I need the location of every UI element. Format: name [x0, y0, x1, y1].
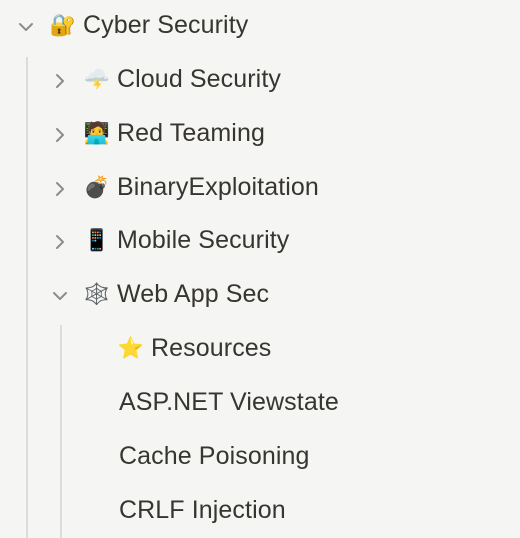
tree-item-label: Web App Sec	[117, 280, 270, 308]
tree-item-label: Cache Poisoning	[119, 442, 310, 470]
chevron-right-icon[interactable]	[50, 232, 70, 252]
chevron-right-icon[interactable]	[50, 179, 70, 199]
tree-item-label: ASP.NET Viewstate	[119, 388, 339, 416]
bomb-icon: 💣	[83, 176, 111, 199]
tree-item-label: Cloud Security	[117, 65, 281, 93]
mobile-phone-icon: 📱	[83, 229, 111, 252]
tree-item-label: Red Teaming	[117, 119, 265, 147]
chevron-down-icon[interactable]	[50, 286, 70, 306]
tree-item-label: Mobile Security	[117, 226, 290, 254]
chevron-right-icon[interactable]	[50, 71, 70, 91]
star-icon: ⭐	[117, 337, 145, 360]
tree-item-label: Cyber Security	[83, 11, 249, 39]
cloud-lightning-icon: 🌩️	[83, 68, 111, 91]
indent-guide-level-1	[26, 57, 28, 538]
chevron-right-icon[interactable]	[50, 125, 70, 145]
file-tree: 🔐 Cyber Security 🌩️ Cloud Security 🧑‍💻 R…	[0, 0, 520, 538]
indent-guide-level-2	[60, 325, 62, 538]
chevron-down-icon[interactable]	[16, 17, 36, 37]
tree-item-label: BinaryExploitation	[117, 173, 319, 201]
tree-item-label: Resources	[151, 334, 272, 362]
lock-with-key-icon: 🔐	[49, 14, 77, 37]
spider-web-icon: 🕸️	[83, 283, 111, 306]
tree-item-label: CRLF Injection	[119, 496, 286, 524]
technologist-icon: 🧑‍💻	[83, 122, 111, 145]
